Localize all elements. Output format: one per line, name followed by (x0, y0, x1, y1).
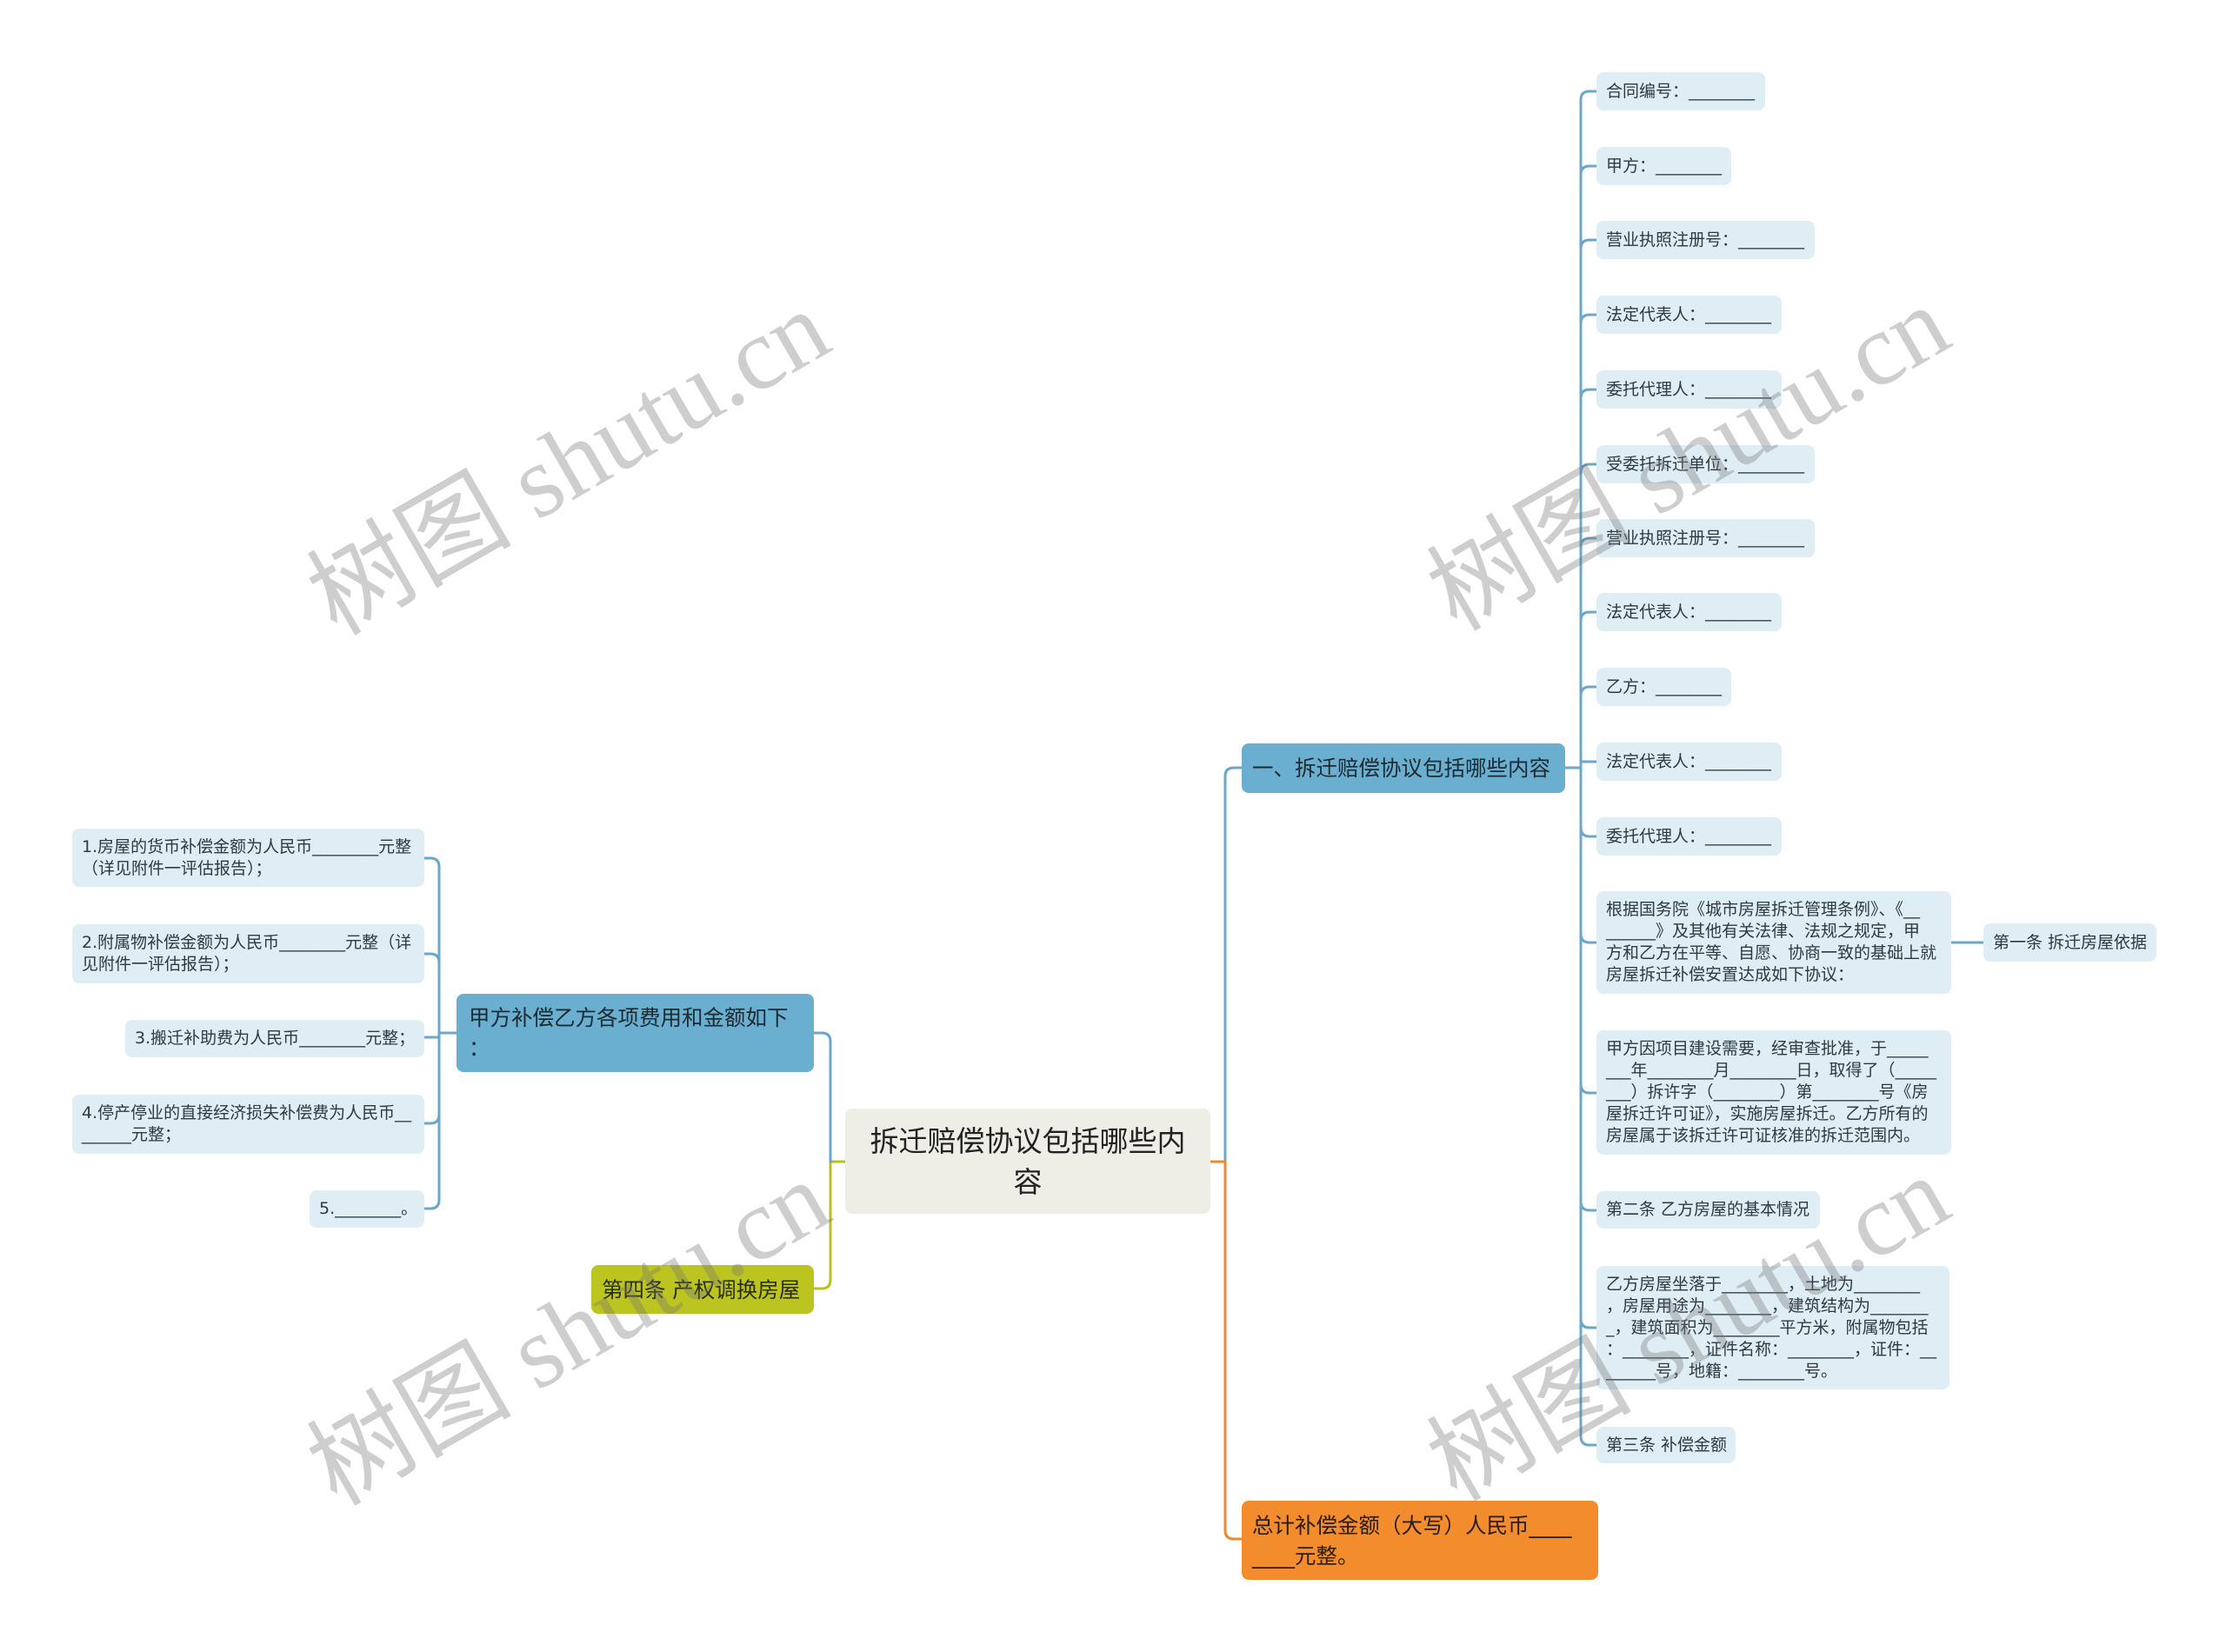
left-child-1-text: 1.房屋的货币补偿金额为人民币________元整 （详见附件一评估报告）； (82, 836, 412, 878)
right-child-legal-rep-3[interactable]: 法定代表人：________ (1596, 743, 1782, 781)
right-child-permit-paragraph[interactable]: 甲方因项目建设需要，经审查批准，于_____ ___年________月____… (1596, 1030, 1951, 1155)
right-child-license-number[interactable]: 营业执照注册号：________ (1596, 221, 1815, 259)
connector-root-to-left-branch (812, 1031, 832, 1163)
left-child-3-text: 3.搬迁补助费为人民币________元整； (135, 1029, 416, 1048)
right-child-entrusted-unit[interactable]: 受委托拆迁单位：________ (1596, 445, 1815, 483)
connector-right-child-14 (1579, 1200, 1598, 1212)
connector-right-child-6 (1579, 463, 1598, 475)
connector-layer (423, 90, 1985, 1541)
right-child-9-text: 乙方：________ (1606, 676, 1723, 696)
right-child-12-text: 根据国务院《城市房屋拆迁管理条例》、《__ ______》及其他有关法律、法规之… (1606, 900, 1937, 984)
right-child-15-text: 乙方房屋坐落于________，土地为________ ，房屋用途为______… (1606, 1274, 1937, 1381)
left-child-3[interactable]: 3.搬迁补助费为人民币________元整； (125, 1020, 424, 1057)
right-child-license-number-2[interactable]: 营业执照注册号：________ (1596, 519, 1815, 557)
right-child-10-text: 法定代表人：________ (1606, 751, 1772, 771)
connector-right-child-4 (1579, 313, 1598, 325)
article4-label: 第四条 产权调换房屋 (602, 1276, 801, 1302)
right-child-contract-number[interactable]: 合同编号：________ (1596, 72, 1765, 110)
root-node-label: 拆迁赔偿协议包括哪些内 容 (870, 1123, 1186, 1199)
article4-node[interactable]: 第四条 产权调换房屋 (591, 1265, 814, 1314)
right-child-legal-rep-2[interactable]: 法定代表人：________ (1596, 593, 1782, 631)
right-child-legal-rep[interactable]: 法定代表人：________ (1596, 296, 1782, 334)
right-branch-node[interactable]: 一、拆迁赔偿协议包括哪些内容 (1242, 743, 1565, 793)
connector-right-child-15 (1579, 1317, 1598, 1329)
right-branch-label: 一、拆迁赔偿协议包括哪些内容 (1252, 756, 1550, 781)
right-child-agent-2[interactable]: 委托代理人：________ (1596, 817, 1782, 856)
right-child-house-paragraph[interactable]: 乙方房屋坐落于________，土地为________ ，房屋用途为______… (1596, 1266, 1949, 1389)
article3-node[interactable]: 第三条 补偿金额 (1596, 1427, 1736, 1463)
right-child-16-text: 第三条 补偿金额 (1606, 1435, 1728, 1455)
connector-root-to-total (1209, 1160, 1243, 1541)
connector-root-to-right-branch (1223, 766, 1243, 1163)
left-child-2-text: 2.附属物补偿金额为人民币________元整（详 见附件一评估报告）； (82, 933, 412, 974)
connector-right-child-3 (1579, 238, 1598, 250)
right-child-party-b[interactable]: 乙方：________ (1596, 668, 1731, 706)
connector-right-child-13 (1579, 1082, 1598, 1095)
connector-right-trunk (1579, 90, 1598, 1447)
right-child-party-a[interactable]: 甲方：________ (1596, 147, 1731, 185)
left-child-5[interactable]: 5.________。 (310, 1190, 424, 1228)
left-child-4-text: 4.停产停业的直接经济损失补偿费为人民币__ ______元整； (82, 1103, 412, 1144)
right-child-4-text: 法定代表人：________ (1606, 304, 1772, 324)
right-child-agent[interactable]: 委托代理人：________ (1596, 370, 1782, 409)
left-child-2[interactable]: 2.附属物补偿金额为人民币________元整（详 见附件一评估报告）； (72, 924, 424, 983)
connector-left-child-2 (423, 952, 441, 964)
connector-right-child-7 (1579, 536, 1598, 549)
watermark-bottom-left: 树图 shutu.cn (290, 1140, 847, 1527)
connector-right-child-9 (1579, 685, 1598, 697)
left-child-4[interactable]: 4.停产停业的直接经济损失补偿费为人民币__ ______元整； (72, 1095, 424, 1154)
watermark-top-left: 树图 shutu.cn (290, 270, 847, 656)
right-child-6-text: 受委托拆迁单位：________ (1606, 454, 1805, 474)
right-child-8-text: 法定代表人：________ (1606, 602, 1772, 622)
connector-right-child-11 (1579, 826, 1598, 838)
total-amount-node[interactable]: 总计补偿金额（大写）人民币____ ____元整。 (1242, 1501, 1598, 1580)
article1-node[interactable]: 第一条 拆迁房屋依据 (1983, 923, 2156, 962)
mindmap-canvas: 拆迁赔偿协议包括哪些内 容 甲方补偿乙方各项费用和金额如下 ： 1.房屋的货币补… (0, 0, 2226, 1652)
right-child-11-text: 委托代理人：________ (1606, 826, 1772, 846)
total-amount-label: 总计补偿金额（大写）人民币____ ____元整。 (1252, 1512, 1572, 1569)
right-child-basis-paragraph[interactable]: 根据国务院《城市房屋拆迁管理条例》、《__ ______》及其他有关法律、法规之… (1596, 891, 1951, 994)
root-node[interactable]: 拆迁赔偿协议包括哪些内 容 (845, 1109, 1210, 1214)
right-child-5-text: 委托代理人：________ (1606, 379, 1772, 399)
connector-left-trunk (423, 856, 441, 1210)
connector-root-to-article4 (812, 1160, 847, 1290)
connector-right-child-5 (1579, 388, 1598, 400)
article1-label: 第一条 拆迁房屋依据 (1993, 932, 2148, 952)
left-child-5-text: 5.________。 (319, 1199, 418, 1218)
right-child-7-text: 营业执照注册号：________ (1606, 528, 1805, 548)
connector-right-child-2 (1579, 164, 1598, 177)
left-branch-label: 甲方补偿乙方各项费用和金额如下 ： (469, 1005, 789, 1061)
article2-node[interactable]: 第二条 乙方房屋的基本情况 (1596, 1191, 1820, 1229)
right-child-1-text: 合同编号：________ (1606, 81, 1756, 101)
connector-left-child-4 (423, 1113, 441, 1125)
connector-right-child-8 (1579, 610, 1598, 623)
right-child-3-text: 营业执照注册号：________ (1606, 230, 1805, 250)
right-child-14-text: 第二条 乙方房屋的基本情况 (1606, 1200, 1810, 1219)
connector-right-child-12 (1579, 932, 1598, 944)
right-child-2-text: 甲方：________ (1606, 156, 1723, 176)
left-child-1[interactable]: 1.房屋的货币补偿金额为人民币________元整 （详见附件一评估报告）； (72, 829, 424, 887)
right-child-13-text: 甲方因项目建设需要，经审查批准，于_____ ___年________月____… (1606, 1039, 1937, 1145)
left-branch-node[interactable]: 甲方补偿乙方各项费用和金额如下 ： (457, 994, 814, 1072)
